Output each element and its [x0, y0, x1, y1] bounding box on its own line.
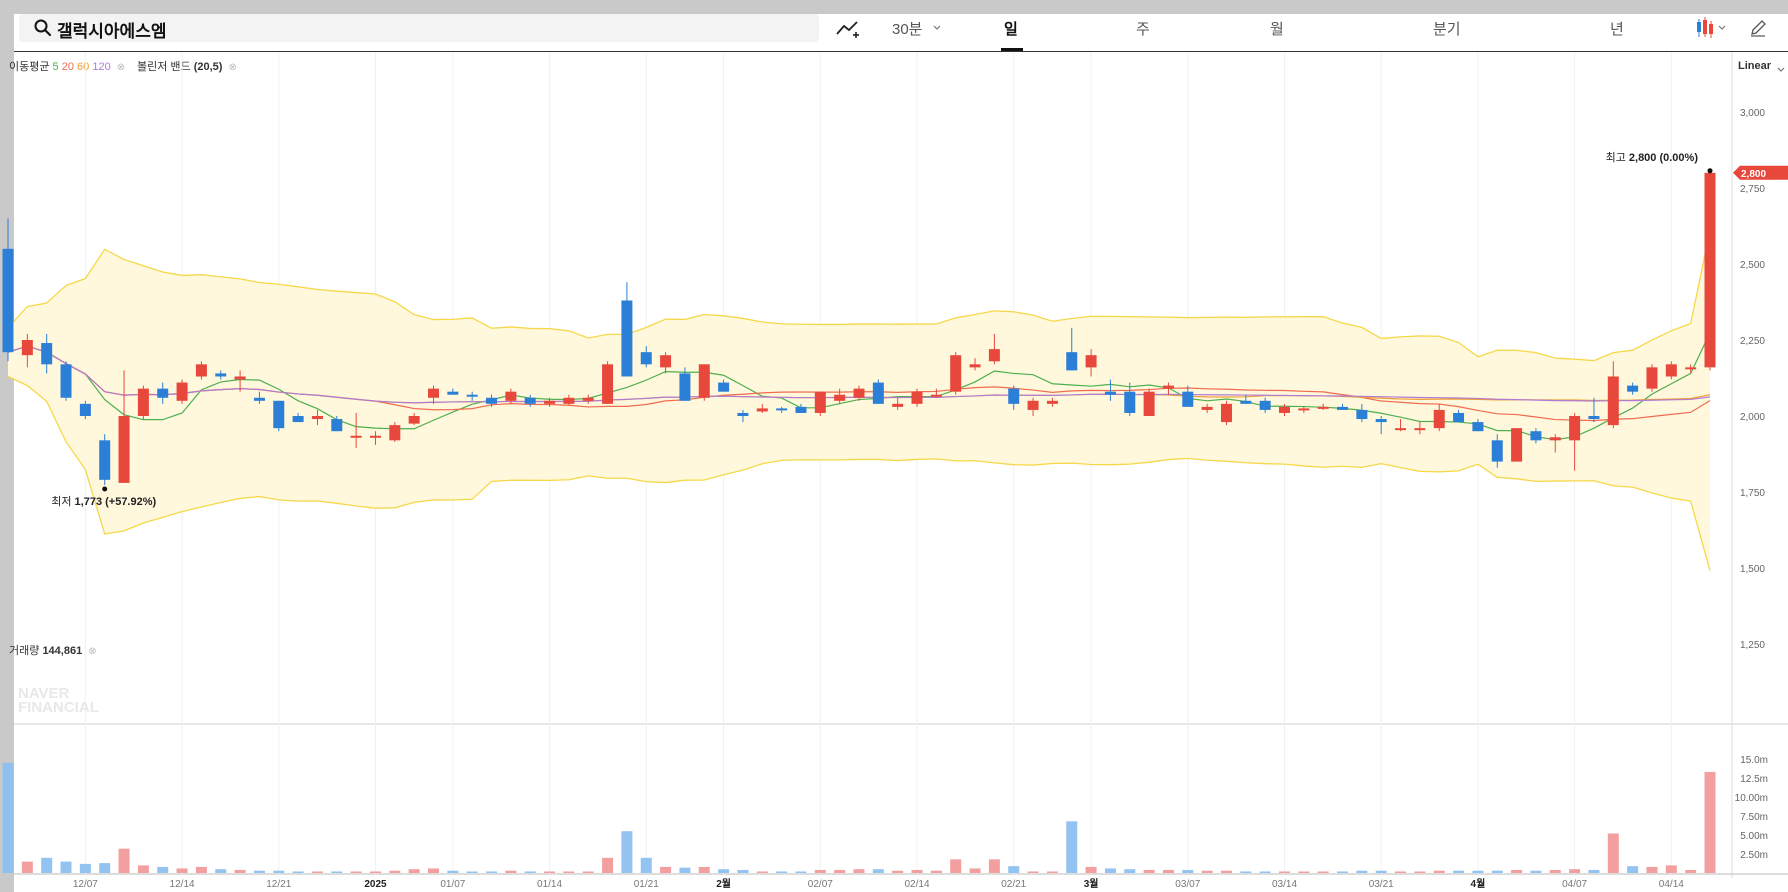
outer-margin-left	[0, 0, 14, 892]
ma20-period: 20	[61, 61, 74, 73]
drawing-tool-icon[interactable]	[835, 16, 861, 42]
search-bar[interactable]: 갤럭시아에스엠	[19, 14, 819, 42]
outer-margin-top	[0, 0, 1788, 14]
close-icon[interactable]: ⊗	[117, 62, 125, 73]
chart-type-icon[interactable]	[1695, 16, 1731, 40]
tab-quarter[interactable]: 분기	[1433, 18, 1461, 39]
ma-label: 이동평균	[9, 61, 50, 73]
close-icon[interactable]: ⊗	[229, 62, 237, 73]
chevron-down-icon[interactable]	[932, 24, 942, 32]
bb-params: (20,5)	[193, 61, 223, 73]
search-icon	[34, 19, 52, 37]
close-icon[interactable]: ⊗	[88, 646, 96, 657]
moving-average-legend[interactable]: 이동평균 5 20 60 120 ⊗	[9, 58, 125, 74]
interval-select[interactable]: 30분	[892, 18, 923, 39]
ma120-period: 120	[92, 61, 111, 73]
volume-legend[interactable]: 거래량 144,861 ⊗	[9, 642, 97, 658]
active-tab-underline	[1001, 48, 1023, 51]
volume-value: 144,861	[42, 645, 83, 657]
tab-month[interactable]: 월	[1270, 18, 1284, 39]
volume-label: 거래량	[9, 645, 40, 657]
bb-label: 볼린저 밴드	[137, 61, 191, 73]
chevron-down-icon[interactable]	[1776, 66, 1786, 74]
search-query[interactable]: 갤럭시아에스엠	[57, 17, 166, 42]
stock-chart-app: 갤럭시아에스엠 30분 일 주 월 분기 년 이동평균 5 20 60 120 …	[0, 0, 1788, 892]
tab-day[interactable]: 일	[1004, 18, 1018, 39]
scale-mode-select[interactable]: Linear	[1738, 60, 1771, 72]
top-toolbar: 갤럭시아에스엠 30분 일 주 월 분기 년	[14, 14, 1788, 52]
pencil-icon[interactable]	[1748, 18, 1768, 38]
ma60-period: 60	[77, 61, 90, 73]
ma5-period: 5	[52, 61, 59, 73]
chart-frame: 갤럭시아에스엠 30분 일 주 월 분기 년 이동평균 5 20 60 120 …	[9, 14, 1788, 892]
bollinger-legend[interactable]: 볼린저 밴드 (20,5) ⊗	[137, 58, 237, 74]
tab-week[interactable]: 주	[1136, 18, 1150, 39]
tab-year[interactable]: 년	[1610, 18, 1624, 39]
